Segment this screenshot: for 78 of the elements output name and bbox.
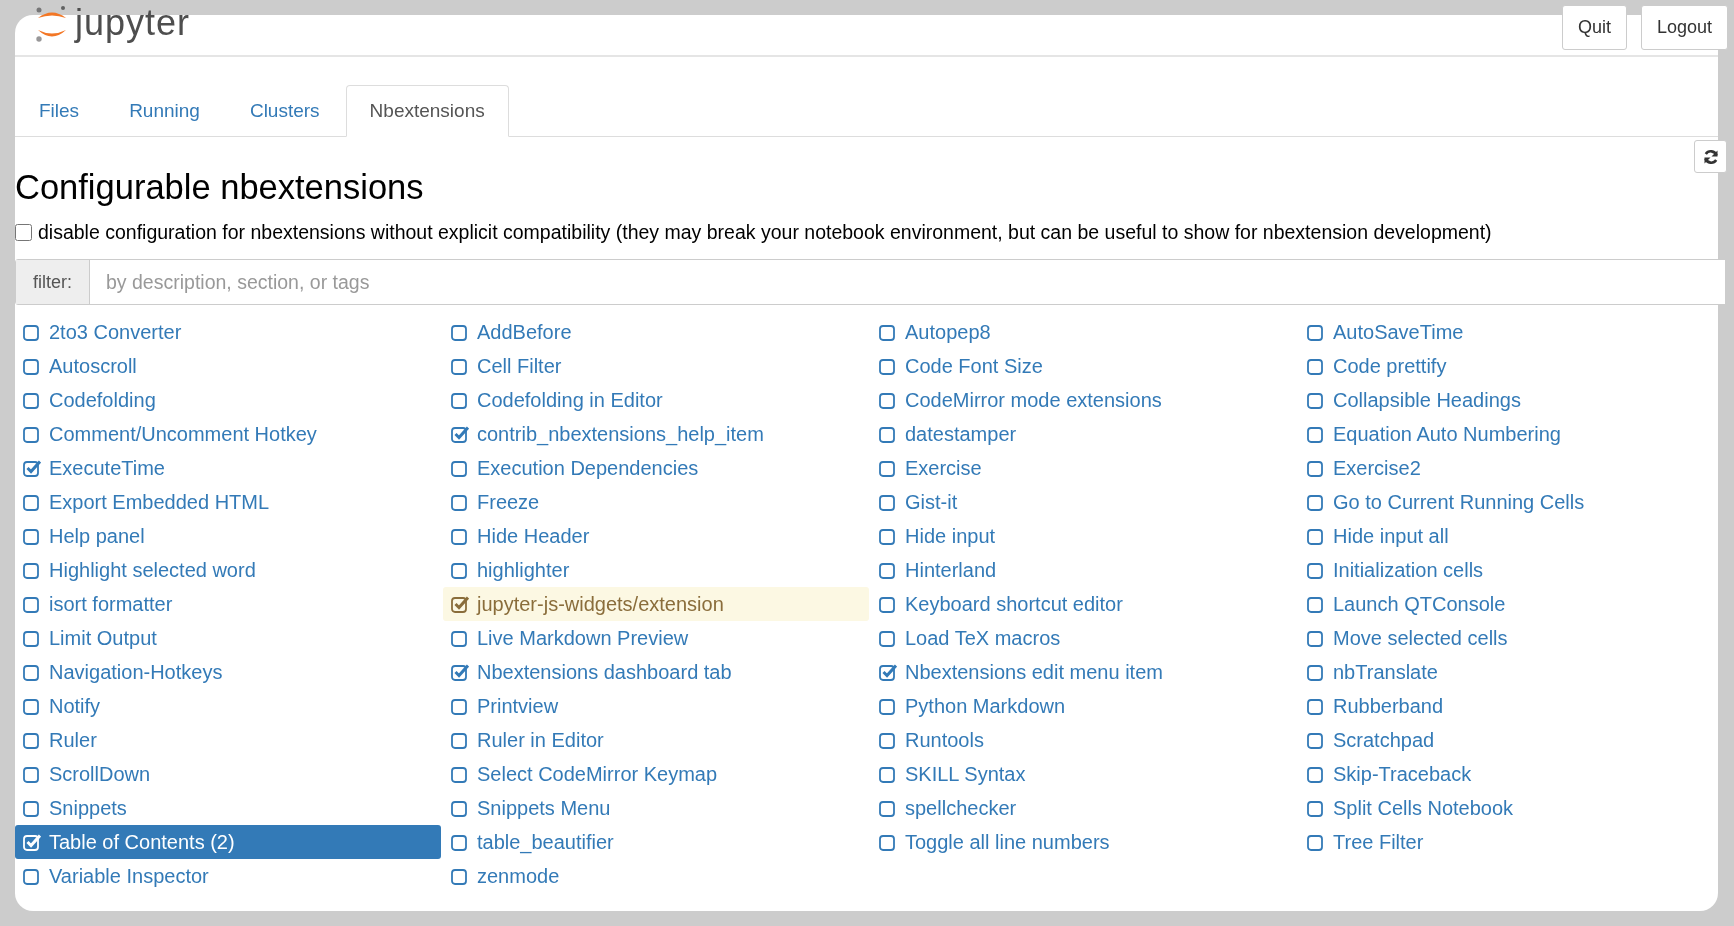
header-button[interactable]: Logout <box>1640 5 1728 50</box>
extension-item[interactable]: Hinterland <box>871 553 1297 588</box>
extension-item[interactable]: Scratchpad <box>1299 723 1725 758</box>
extension-item[interactable]: Autopep8 <box>871 315 1297 350</box>
extension-item[interactable]: contrib_nbextensions_help_item <box>443 417 869 452</box>
extension-item[interactable]: Exercise2 <box>1299 451 1725 486</box>
tab[interactable]: Clusters <box>225 85 344 137</box>
tab[interactable]: Nbextensions <box>345 85 509 137</box>
extension-item[interactable]: Runtools <box>871 723 1297 758</box>
extension-item[interactable]: AutoSaveTime <box>1299 315 1725 350</box>
extension-item[interactable]: Nbextensions dashboard tab <box>443 655 869 690</box>
extension-item[interactable]: Move selected cells <box>1299 621 1725 656</box>
extension-item[interactable]: Highlight selected word <box>15 553 441 588</box>
extension-item[interactable]: Tree Filter <box>1299 825 1725 860</box>
extension-item[interactable]: Gist-it <box>871 485 1297 520</box>
extension-item[interactable]: SKILL Syntax <box>871 757 1297 792</box>
extension-item[interactable]: Hide input <box>871 519 1297 554</box>
extension-item[interactable]: Variable Inspector <box>15 859 441 894</box>
extension-item[interactable]: Go to Current Running Cells <box>1299 485 1725 520</box>
extension-item[interactable]: spellchecker <box>871 791 1297 826</box>
extension-item[interactable]: 2to3 Converter <box>15 315 441 350</box>
extension-item[interactable]: CodeMirror mode extensions <box>871 383 1297 418</box>
extension-item[interactable]: Snippets Menu <box>443 791 869 826</box>
extension-item[interactable]: Rubberband <box>1299 689 1725 724</box>
extension-item[interactable]: Split Cells Notebook <box>1299 791 1725 826</box>
extension-item[interactable]: Load TeX macros <box>871 621 1297 656</box>
extension-item[interactable]: ScrollDown <box>15 757 441 792</box>
extension-item[interactable]: Toggle all line numbers <box>871 825 1297 860</box>
extension-item[interactable]: Execution Dependencies <box>443 451 869 486</box>
extension-item[interactable]: Printview <box>443 689 869 724</box>
extension-item[interactable]: Nbextensions edit menu item <box>871 655 1297 690</box>
extension-item[interactable]: Hide input all <box>1299 519 1725 554</box>
compat-checkbox[interactable] <box>15 224 32 241</box>
extension-item[interactable]: Table of Contents (2) <box>15 825 441 860</box>
extension-item[interactable]: Help panel <box>15 519 441 554</box>
extension-item[interactable]: Codefolding <box>15 383 441 418</box>
extension-item[interactable]: Export Embedded HTML <box>15 485 441 520</box>
extension-item[interactable]: Python Markdown <box>871 689 1297 724</box>
extension-item[interactable]: Codefolding in Editor <box>443 383 869 418</box>
header-button[interactable]: Quit <box>1561 5 1627 50</box>
extension-item[interactable]: Snippets <box>15 791 441 826</box>
extension-item[interactable]: Live Markdown Preview <box>443 621 869 656</box>
extension-item[interactable]: Code prettify <box>1299 349 1725 384</box>
extension-item[interactable]: Equation Auto Numbering <box>1299 417 1725 452</box>
extension-item[interactable]: Freeze <box>443 485 869 520</box>
extension-item[interactable]: Ruler in Editor <box>443 723 869 758</box>
extension-item[interactable]: zenmode <box>443 859 869 894</box>
extension-item[interactable]: table_beautifier <box>443 825 869 860</box>
page-heading: Configurable nbextensions <box>15 166 425 208</box>
extension-item[interactable]: Exercise <box>871 451 1297 486</box>
extension-item[interactable]: Code Font Size <box>871 349 1297 384</box>
extension-item[interactable]: Notify <box>15 689 441 724</box>
extension-item[interactable]: Limit Output <box>15 621 441 656</box>
logo-text: jupyter <box>75 5 191 41</box>
extension-item[interactable]: ExecuteTime <box>15 451 441 486</box>
extension-item[interactable]: datestamper <box>871 417 1297 452</box>
tab[interactable]: Files <box>15 85 104 137</box>
extension-item[interactable]: AddBefore <box>443 315 869 350</box>
extension-item[interactable]: Keyboard shortcut editor <box>871 587 1297 622</box>
compat-label: disable configuration for nbextensions without explicit compatibility (they may break your notebook environment, but can be useful to show for nbextension development) <box>38 219 1492 245</box>
extension-item[interactable]: Comment/Uncomment Hotkey <box>15 417 441 452</box>
extension-item[interactable]: jupyter-js-widgets/extension <box>443 587 869 622</box>
refresh-button[interactable] <box>1694 140 1727 173</box>
extension-item[interactable]: Autoscroll <box>15 349 441 384</box>
extension-item[interactable]: Initialization cells <box>1299 553 1725 588</box>
extension-item[interactable]: Navigation-Hotkeys <box>15 655 441 690</box>
extension-item[interactable]: Cell Filter <box>443 349 869 384</box>
extension-item[interactable]: highlighter <box>443 553 869 588</box>
extension-item[interactable]: Launch QTConsole <box>1299 587 1725 622</box>
extension-item[interactable]: Skip-Traceback <box>1299 757 1725 792</box>
extension-item[interactable]: nbTranslate <box>1299 655 1725 690</box>
extension-item[interactable]: Hide Header <box>443 519 869 554</box>
tab[interactable]: Running <box>105 85 224 137</box>
extension-item[interactable]: Ruler <box>15 723 441 758</box>
refresh-icon <box>1702 148 1719 165</box>
extension-item[interactable]: Select CodeMirror Keymap <box>443 757 869 792</box>
extension-item[interactable]: Collapsible Headings <box>1299 383 1725 418</box>
extension-item[interactable]: isort formatter <box>15 587 441 622</box>
